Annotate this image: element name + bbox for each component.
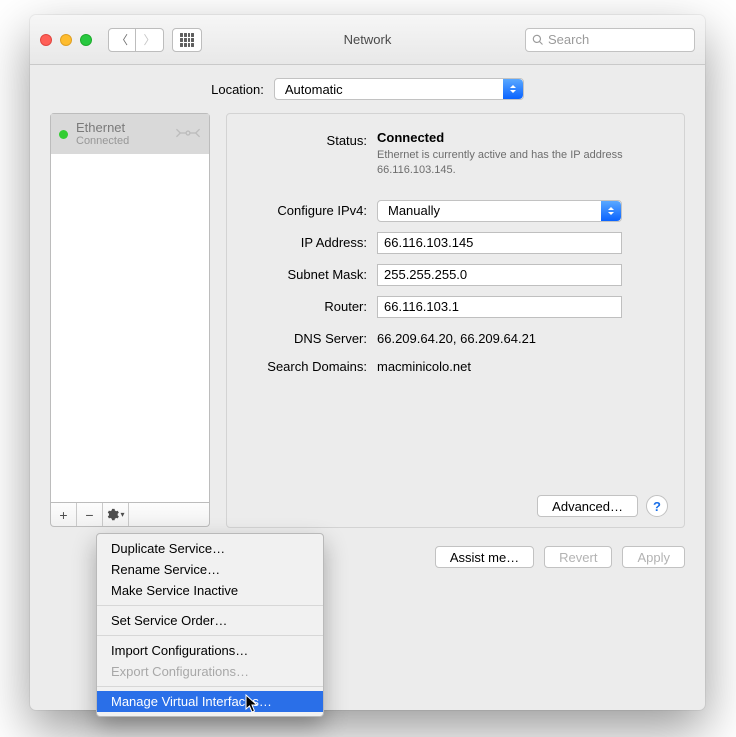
status-label: Status: — [237, 130, 377, 148]
zoom-window[interactable] — [80, 34, 92, 46]
router-value: 66.116.103.1 — [384, 299, 459, 314]
revert-button[interactable]: Revert — [544, 546, 612, 568]
ip-label: IP Address: — [237, 232, 377, 250]
gear-icon — [106, 508, 119, 521]
apply-button[interactable]: Apply — [622, 546, 685, 568]
search-placeholder: Search — [548, 32, 589, 47]
nav-back-forward: 〈 〉 — [108, 28, 164, 52]
ethernet-icon — [175, 124, 201, 145]
mask-row: Subnet Mask: 255.255.255.0 — [237, 264, 664, 286]
menu-export-configurations: Export Configurations… — [97, 661, 323, 682]
service-list-buttons: + − ▾ — [50, 503, 210, 527]
select-stepper-icon — [503, 79, 523, 99]
dns-value: 66.209.64.20, 66.209.64.21 — [377, 328, 664, 346]
dns-row: DNS Server: 66.209.64.20, 66.209.64.21 — [237, 328, 664, 346]
service-list[interactable]: Ethernet Connected — [50, 113, 210, 503]
status-dot-icon — [59, 130, 68, 139]
cursor-icon — [245, 694, 261, 717]
details-panel: Status: Connected Ethernet is currently … — [226, 113, 685, 528]
ipv4-value: Manually — [388, 203, 440, 218]
configure-ipv4-select[interactable]: Manually — [377, 200, 622, 222]
mask-value: 255.255.255.0 — [384, 267, 467, 282]
menu-separator — [97, 605, 323, 606]
search-domains-row: Search Domains: macminicolo.net — [237, 356, 664, 374]
select-stepper-icon — [601, 201, 621, 221]
service-actions-menu: Duplicate Service… Rename Service… Make … — [96, 533, 324, 717]
search-input[interactable]: Search — [525, 28, 695, 52]
ipv4-row: Configure IPv4: Manually — [237, 200, 664, 222]
titlebar: 〈 〉 Network Search — [30, 15, 705, 65]
grid-icon — [180, 33, 194, 47]
status-row: Status: Connected Ethernet is currently … — [237, 130, 664, 178]
assist-me-button[interactable]: Assist me… — [435, 546, 534, 568]
ip-value: 66.116.103.145 — [384, 235, 473, 250]
router-row: Router: 66.116.103.1 — [237, 296, 664, 318]
router-field[interactable]: 66.116.103.1 — [377, 296, 622, 318]
window-controls — [40, 34, 92, 46]
search-icon — [532, 34, 544, 46]
menu-import-configurations[interactable]: Import Configurations… — [97, 640, 323, 661]
chevron-left-icon: 〈 — [116, 31, 128, 48]
service-actions-button[interactable]: ▾ — [103, 503, 129, 526]
services-sidebar: Ethernet Connected + − ▾ — [50, 113, 210, 528]
service-item-ethernet[interactable]: Ethernet Connected — [51, 114, 209, 154]
advanced-button[interactable]: Advanced… — [537, 495, 638, 517]
forward-button[interactable]: 〉 — [136, 28, 164, 52]
status-subtext: Ethernet is currently active and has the… — [377, 148, 637, 178]
search-domains-value: macminicolo.net — [377, 356, 664, 374]
ipv4-label: Configure IPv4: — [237, 200, 377, 218]
menu-set-service-order[interactable]: Set Service Order… — [97, 610, 323, 631]
service-text: Ethernet Connected — [76, 121, 129, 147]
service-state: Connected — [76, 135, 129, 147]
show-all-button[interactable] — [172, 28, 202, 52]
menu-duplicate-service[interactable]: Duplicate Service… — [97, 538, 323, 559]
service-name: Ethernet — [76, 121, 129, 135]
close-window[interactable] — [40, 34, 52, 46]
ip-row: IP Address: 66.116.103.145 — [237, 232, 664, 254]
status-value: Connected — [377, 130, 664, 145]
dns-label: DNS Server: — [237, 328, 377, 346]
mask-label: Subnet Mask: — [237, 264, 377, 282]
minimize-window[interactable] — [60, 34, 72, 46]
menu-separator — [97, 635, 323, 636]
chevron-down-icon: ▾ — [120, 510, 124, 519]
back-button[interactable]: 〈 — [108, 28, 136, 52]
location-select[interactable]: Automatic — [274, 78, 524, 100]
add-service-button[interactable]: + — [51, 503, 77, 526]
remove-service-button[interactable]: − — [77, 503, 103, 526]
location-row: Location: Automatic — [30, 65, 705, 113]
menu-make-inactive[interactable]: Make Service Inactive — [97, 580, 323, 601]
location-value: Automatic — [285, 82, 343, 97]
location-label: Location: — [211, 82, 264, 97]
menu-separator — [97, 686, 323, 687]
subnet-mask-field[interactable]: 255.255.255.0 — [377, 264, 622, 286]
router-label: Router: — [237, 296, 377, 314]
search-domains-label: Search Domains: — [237, 356, 377, 374]
menu-manage-virtual-interfaces[interactable]: Manage Virtual Interfaces… — [97, 691, 323, 712]
chevron-right-icon: 〉 — [143, 31, 155, 48]
ip-address-field[interactable]: 66.116.103.145 — [377, 232, 622, 254]
menu-rename-service[interactable]: Rename Service… — [97, 559, 323, 580]
body: Ethernet Connected + − ▾ — [30, 113, 705, 528]
help-button[interactable]: ? — [646, 495, 668, 517]
